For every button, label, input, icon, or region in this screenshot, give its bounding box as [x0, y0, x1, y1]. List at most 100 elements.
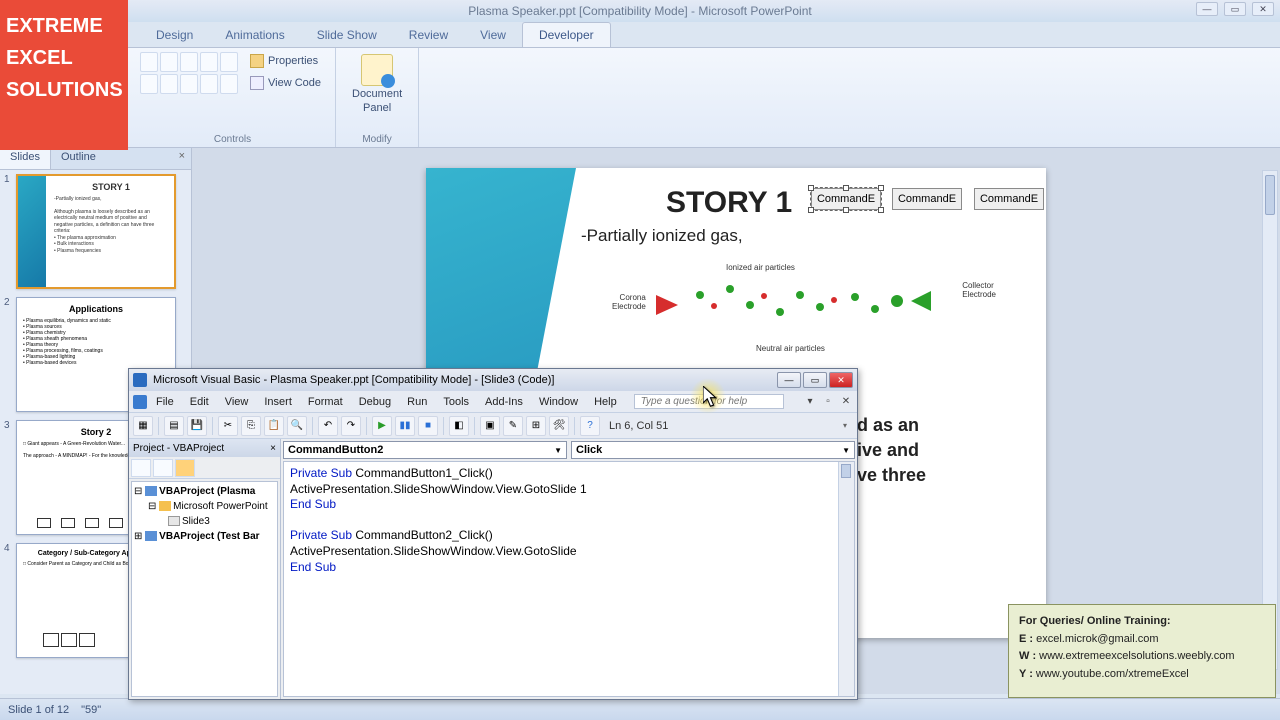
properties-button[interactable]: Properties — [246, 52, 325, 70]
tab-slide-show[interactable]: Slide Show — [301, 23, 393, 47]
project-close[interactable]: × — [270, 443, 276, 454]
tb-help[interactable]: ? — [580, 416, 600, 436]
doc-minimize[interactable]: ▾ — [803, 395, 817, 409]
status-extra: "59" — [81, 704, 101, 716]
cursor-position: Ln 6, Col 51 — [609, 420, 668, 432]
command-button-3[interactable]: CommandE — [974, 188, 1044, 210]
powerpoint-window: Plasma Speaker.ppt [Compatibility Mode] … — [0, 0, 1280, 720]
tb-cut[interactable]: ✂ — [218, 416, 238, 436]
view-code-icon[interactable] — [131, 459, 151, 477]
slide-counter: Slide 1 of 12 — [8, 704, 69, 716]
maximize-button[interactable]: ▭ — [1224, 2, 1246, 16]
ribbon-tabs: Design Animations Slide Show Review View… — [0, 22, 1280, 48]
tb-undo[interactable]: ↶ — [318, 416, 338, 436]
project-header: Project - VBAProject × — [129, 439, 280, 457]
vba-title-bar[interactable]: Microsoft Visual Basic - Plasma Speaker.… — [129, 369, 857, 391]
tb-reset[interactable]: ■ — [418, 416, 438, 436]
chevron-down-icon: ▼ — [842, 446, 850, 455]
menu-window[interactable]: Window — [532, 394, 585, 410]
tb-design[interactable]: ◧ — [449, 416, 469, 436]
title-bar: Plasma Speaker.ppt [Compatibility Mode] … — [0, 0, 1280, 22]
tb-project[interactable]: ▣ — [480, 416, 500, 436]
controls-group: Properties View Code Controls — [130, 48, 336, 147]
menu-tools[interactable]: Tools — [436, 394, 476, 410]
menu-insert[interactable]: Insert — [257, 394, 299, 410]
panel-close[interactable]: × — [173, 148, 191, 169]
tb-save[interactable]: 💾 — [187, 416, 207, 436]
tab-design[interactable]: Design — [140, 23, 209, 47]
code-editor[interactable]: Private Sub CommandButton1_Click() Activ… — [283, 461, 855, 697]
document-panel-button[interactable]: Document Panel — [346, 52, 408, 116]
menu-format[interactable]: Format — [301, 394, 350, 410]
tb-browser[interactable]: ⊞ — [526, 416, 546, 436]
command-button-2[interactable]: CommandE — [892, 188, 962, 210]
slides-tab[interactable]: Slides — [0, 148, 51, 169]
tab-developer[interactable]: Developer — [522, 22, 611, 47]
doc-restore[interactable]: ▫ — [821, 395, 835, 409]
tb-paste[interactable]: 📋 — [264, 416, 284, 436]
vba-close[interactable]: ✕ — [829, 372, 853, 388]
vba-title-text: Microsoft Visual Basic - Plasma Speaker.… — [153, 374, 554, 386]
ribbon-body: Properties View Code Controls Document P… — [0, 48, 1280, 148]
project-tree[interactable]: ⊟ VBAProject (Plasma ⊟ Microsoft PowerPo… — [131, 481, 278, 697]
toggle-folders-icon[interactable] — [175, 459, 195, 477]
tb-toolbox[interactable]: 🛠 — [549, 416, 569, 436]
tb-break[interactable]: ▮▮ — [395, 416, 415, 436]
brand-logo: EXTREME EXCEL SOLUTIONS — [0, 0, 128, 150]
modify-group: Document Panel Modify — [336, 48, 419, 147]
tab-view[interactable]: View — [464, 23, 522, 47]
chevron-down-icon: ▼ — [554, 446, 562, 455]
tb-run[interactable]: ▶ — [372, 416, 392, 436]
modify-group-label: Modify — [362, 132, 391, 147]
scroll-thumb[interactable] — [1265, 175, 1275, 215]
window-controls: — ▭ ✕ — [1196, 2, 1274, 16]
vba-toolbar: ▦ ▤ 💾 ✂ ⎘ 📋 🔍 ↶ ↷ ▶ ▮▮ ■ ◧ ▣ ✎ ⊞ 🛠 ? Ln — [129, 413, 857, 439]
document-panel-icon — [361, 54, 393, 86]
close-button[interactable]: ✕ — [1252, 2, 1274, 16]
vertical-scrollbar[interactable] — [1262, 170, 1278, 670]
tab-review[interactable]: Review — [393, 23, 464, 47]
toolbar-overflow[interactable]: ▾ — [843, 421, 853, 430]
menu-file[interactable]: File — [149, 394, 181, 410]
menu-view[interactable]: View — [218, 394, 256, 410]
tb-redo[interactable]: ↷ — [341, 416, 361, 436]
control-toolbox[interactable] — [140, 52, 238, 94]
menu-help[interactable]: Help — [587, 394, 624, 410]
thumb-1[interactable]: 1 STORY 1 -Partially ionized gas, Althou… — [4, 174, 187, 289]
menu-run[interactable]: Run — [400, 394, 434, 410]
tb-find[interactable]: 🔍 — [287, 416, 307, 436]
vba-menu-bar: File Edit View Insert Format Debug Run T… — [129, 391, 857, 413]
vba-maximize[interactable]: ▭ — [803, 372, 827, 388]
plasma-diagram: Corona Electrode Ionized air particles C… — [616, 263, 986, 353]
view-code-button[interactable]: View Code — [246, 74, 325, 92]
slide-subtitle: -Partially ionized gas, — [581, 226, 743, 246]
view-object-icon[interactable] — [153, 459, 173, 477]
menu-debug[interactable]: Debug — [352, 394, 398, 410]
window-title: Plasma Speaker.ppt [Compatibility Mode] … — [468, 4, 811, 18]
vba-app-icon — [133, 373, 147, 387]
tb-view-ms[interactable]: ▦ — [133, 416, 153, 436]
vba-icon — [133, 395, 147, 409]
tb-copy[interactable]: ⎘ — [241, 416, 261, 436]
vba-minimize[interactable]: — — [777, 372, 801, 388]
help-search[interactable] — [634, 394, 784, 409]
tb-properties[interactable]: ✎ — [503, 416, 523, 436]
outline-tab[interactable]: Outline — [51, 148, 106, 169]
tab-animations[interactable]: Animations — [209, 23, 300, 47]
vba-editor-window[interactable]: Microsoft Visual Basic - Plasma Speaker.… — [128, 368, 858, 700]
controls-group-label: Controls — [214, 132, 251, 147]
object-dropdown[interactable]: CommandButton2 ▼ — [283, 441, 567, 459]
menu-addins[interactable]: Add-Ins — [478, 394, 530, 410]
code-scrollbar[interactable] — [838, 462, 854, 696]
command-button-1[interactable]: CommandE — [811, 188, 881, 210]
project-explorer: Project - VBAProject × ⊟ VBAProject (Pla… — [129, 439, 281, 699]
tb-insert[interactable]: ▤ — [164, 416, 184, 436]
contact-info-box: For Queries/ Online Training: E : excel.… — [1008, 604, 1276, 698]
slide-title: STORY 1 — [666, 186, 792, 220]
doc-close[interactable]: ✕ — [839, 395, 853, 409]
hand-icon — [250, 54, 264, 68]
status-bar: Slide 1 of 12 "59" — [0, 698, 1280, 720]
minimize-button[interactable]: — — [1196, 2, 1218, 16]
procedure-dropdown[interactable]: Click ▼ — [571, 441, 855, 459]
menu-edit[interactable]: Edit — [183, 394, 216, 410]
